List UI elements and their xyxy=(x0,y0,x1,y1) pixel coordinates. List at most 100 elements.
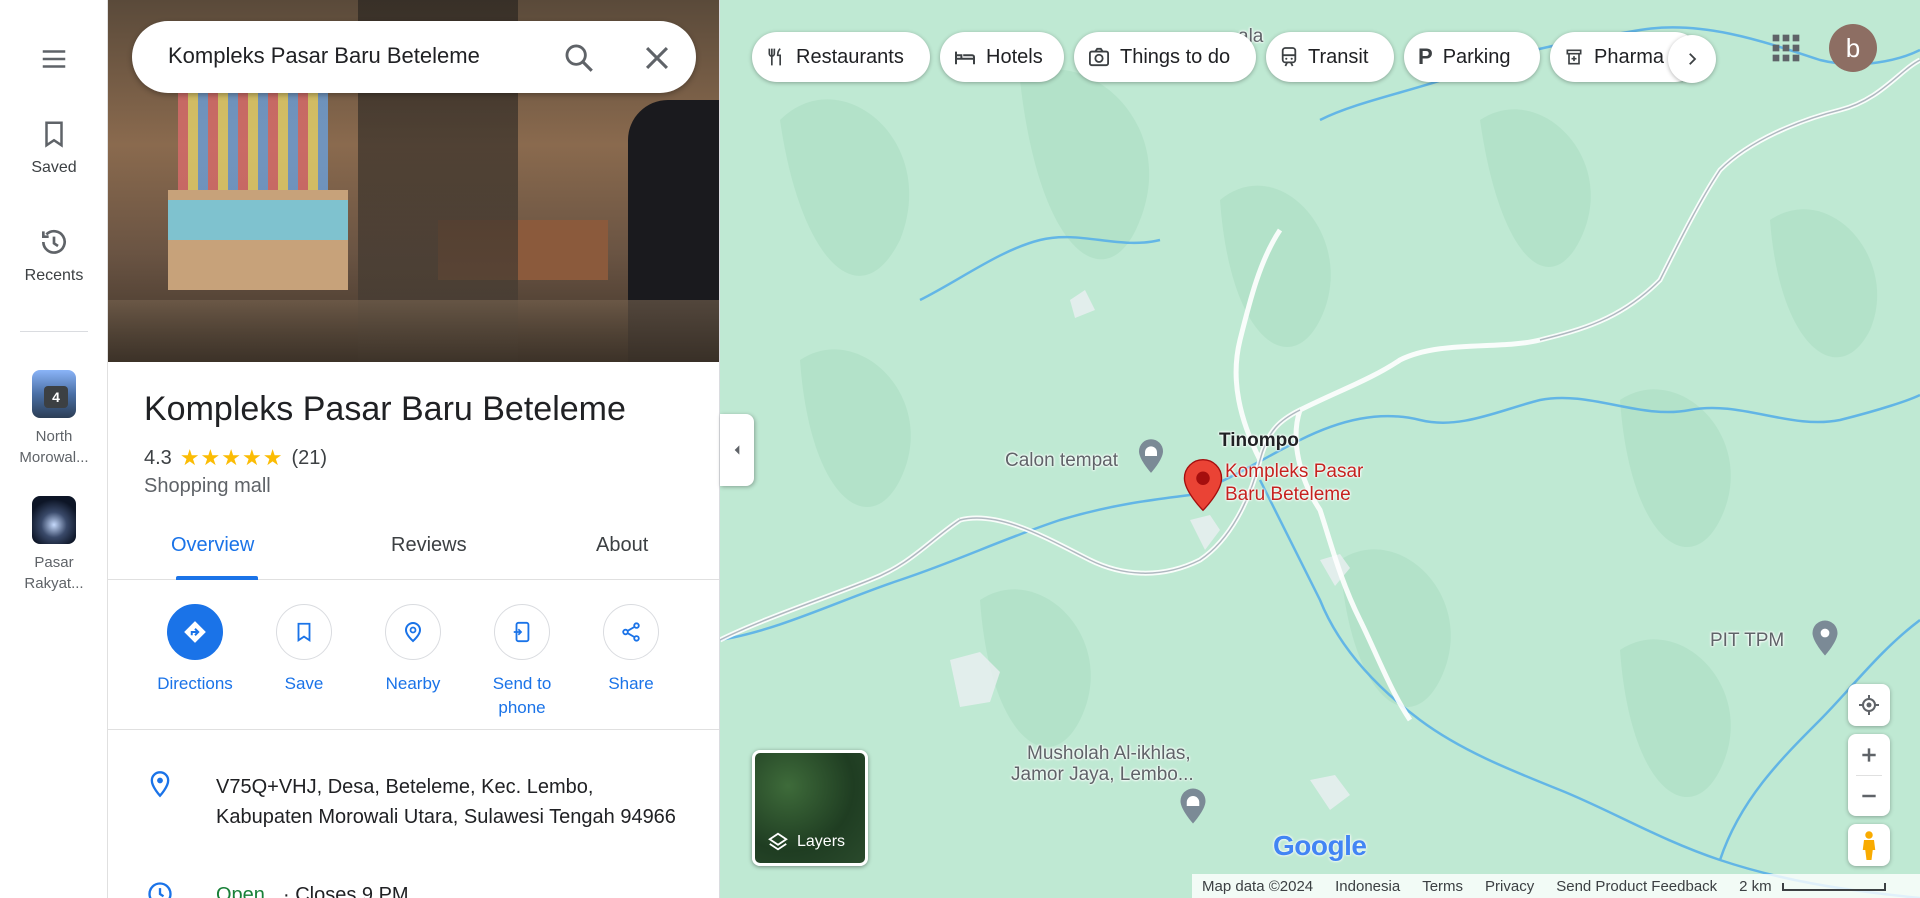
chip-hotels[interactable]: Hotels xyxy=(940,32,1064,82)
zoom-in-button[interactable] xyxy=(1848,734,1890,775)
close-icon xyxy=(645,46,669,70)
apps-grid-icon[interactable] xyxy=(1770,32,1802,64)
collapse-panel-button[interactable] xyxy=(720,414,754,486)
share-button[interactable]: Share xyxy=(581,604,681,696)
share-label: Share xyxy=(608,674,654,693)
place-tabs: Overview Reviews About xyxy=(108,520,719,580)
zoom-out-button[interactable] xyxy=(1848,775,1890,816)
saved-button[interactable]: Saved xyxy=(0,118,108,178)
review-count[interactable]: (21) xyxy=(291,447,327,470)
clock-icon xyxy=(148,882,172,898)
chip-things-to-do[interactable]: Things to do xyxy=(1074,32,1256,82)
location-pin-icon xyxy=(150,771,170,798)
save-circle xyxy=(276,604,332,660)
tab-reviews[interactable]: Reviews xyxy=(391,534,467,557)
map-label-calon-tempat[interactable]: Calon tempat xyxy=(1005,450,1118,472)
parking-icon: P xyxy=(1418,44,1433,69)
menu-button[interactable] xyxy=(0,44,108,74)
hours-detail: · Closes 9 PM xyxy=(283,884,409,898)
send-to-phone-button[interactable]: Send to phone xyxy=(472,604,572,720)
rating-value: 4.3 xyxy=(144,446,172,469)
map-label-place[interactable]: Kompleks Pasar Baru Beteleme xyxy=(1225,460,1385,506)
bookmark-icon xyxy=(45,121,63,148)
phone-icon xyxy=(513,621,530,643)
account-avatar[interactable]: b xyxy=(1829,24,1877,72)
photo-shelf xyxy=(178,80,328,190)
country-link[interactable]: Indonesia xyxy=(1335,878,1400,895)
recent-place-pasar-rakyat[interactable]: Pasar Rakyat... xyxy=(0,496,108,594)
tab-overview[interactable]: Overview xyxy=(171,534,254,557)
rating-row: 4.3 ★★★★★ (21) xyxy=(144,445,327,471)
hours-row[interactable]: Open · Closes 9 PM xyxy=(108,880,719,898)
rail-divider xyxy=(20,331,88,332)
recent-place-label: Pasar Rakyat... xyxy=(24,554,84,592)
chip-restaurants[interactable]: Restaurants xyxy=(752,32,930,82)
chip-label: Restaurants xyxy=(796,45,904,68)
map-label-pit-tpm[interactable]: PIT TPM xyxy=(1710,630,1784,652)
map-label-tinompo[interactable]: Tinompo xyxy=(1219,430,1299,452)
chip-label: Pharma xyxy=(1594,45,1665,68)
place-panel: Kompleks Pasar Baru Beteleme 4.3 ★★★★★ (… xyxy=(108,0,720,898)
layers-button[interactable]: Layers xyxy=(752,750,868,866)
search-button[interactable] xyxy=(562,41,596,75)
tab-about[interactable]: About xyxy=(596,534,648,557)
layers-label-row: Layers xyxy=(767,831,845,853)
restaurant-icon xyxy=(766,46,786,68)
directions-icon xyxy=(184,621,206,643)
pegman-icon xyxy=(1862,831,1876,860)
chip-parking[interactable]: P Parking xyxy=(1404,32,1540,82)
location-pin-icon[interactable] xyxy=(1810,618,1840,658)
bookmark-icon xyxy=(297,622,311,642)
recent-place-label: North Morowal... xyxy=(19,428,89,466)
mosque-pin-icon[interactable] xyxy=(1136,438,1166,474)
terms-link[interactable]: Terms xyxy=(1422,878,1463,895)
save-button[interactable]: Save xyxy=(254,604,354,696)
pharmacy-icon xyxy=(1564,47,1584,67)
action-buttons: Directions Save Nearby Send to phone Sha… xyxy=(108,580,719,730)
google-logo: Google xyxy=(1273,830,1367,861)
selected-place-marker[interactable] xyxy=(1182,458,1224,512)
recents-button[interactable]: Recents xyxy=(0,226,108,286)
nearby-label: Nearby xyxy=(385,674,441,693)
history-icon xyxy=(42,229,66,254)
privacy-link[interactable]: Privacy xyxy=(1485,878,1534,895)
search-input[interactable] xyxy=(168,43,528,69)
hotel-icon xyxy=(954,48,976,66)
chip-transit[interactable]: Transit xyxy=(1266,32,1394,82)
nearby-icon xyxy=(404,621,422,643)
map-label-musholah-2[interactable]: Jamor Jaya, Lembo... xyxy=(1011,764,1194,786)
share-circle xyxy=(603,604,659,660)
place-title: Kompleks Pasar Baru Beteleme xyxy=(144,390,626,428)
map-footer: Map data ©2024 Indonesia Terms Privacy S… xyxy=(1192,874,1920,898)
send-to-phone-label: Send to phone xyxy=(492,674,552,717)
nearby-circle xyxy=(385,604,441,660)
search-icon xyxy=(565,44,593,72)
street-view-button[interactable] xyxy=(1848,824,1890,866)
send-to-phone-circle xyxy=(494,604,550,660)
nearby-button[interactable]: Nearby xyxy=(363,604,463,696)
chip-label: Transit xyxy=(1308,45,1369,68)
map-data-attribution[interactable]: Map data ©2024 xyxy=(1202,878,1313,895)
share-icon xyxy=(622,622,640,642)
saved-label: Saved xyxy=(31,159,77,176)
minus-icon xyxy=(1862,794,1876,797)
rating-stars: ★★★★★ xyxy=(179,445,284,470)
directions-button[interactable]: Directions xyxy=(145,604,245,696)
layers-text: Layers xyxy=(797,833,846,850)
chip-label: Parking xyxy=(1442,45,1511,68)
my-location-button[interactable] xyxy=(1848,684,1890,726)
chips-next-button[interactable] xyxy=(1668,35,1716,83)
feedback-link[interactable]: Send Product Feedback xyxy=(1556,878,1717,895)
mosque-pin-icon[interactable] xyxy=(1178,786,1208,826)
recent-badge: 4 xyxy=(44,386,68,408)
scale-label[interactable]: 2 km xyxy=(1739,878,1898,895)
map-canvas[interactable]: ala Calon tempat Tinompo Kompleks Pasar … xyxy=(720,0,1920,898)
chip-label: Hotels xyxy=(986,45,1043,68)
recent-place-north-morowali[interactable]: 4 North Morowal... xyxy=(0,370,108,468)
chevron-left-icon xyxy=(734,445,740,455)
clear-search-button[interactable] xyxy=(640,41,674,75)
place-category[interactable]: Shopping mall xyxy=(144,475,271,498)
map-label-musholah[interactable]: Musholah Al-ikhlas, xyxy=(1027,743,1191,765)
save-label: Save xyxy=(284,674,324,693)
chevron-right-icon xyxy=(1689,53,1697,65)
